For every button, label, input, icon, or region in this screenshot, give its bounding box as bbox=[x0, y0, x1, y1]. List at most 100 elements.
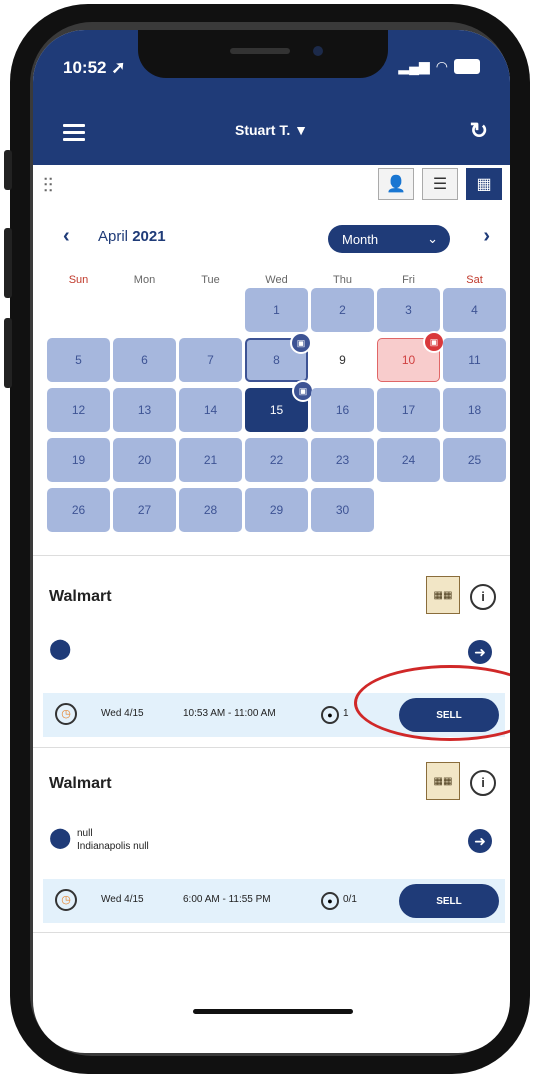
calendar-day[interactable]: 8 ▣ bbox=[245, 332, 312, 382]
day-number: 25 bbox=[467, 453, 482, 467]
weekday-label: Fri bbox=[402, 274, 415, 286]
location-pin-icon: ⬤ bbox=[49, 827, 72, 849]
day-number: 4 bbox=[471, 303, 478, 317]
calendar-day[interactable]: 5 bbox=[47, 338, 110, 382]
calendar-day[interactable]: 22 bbox=[245, 438, 308, 482]
calendar-day[interactable]: 17 bbox=[377, 388, 440, 432]
calendar-day[interactable]: 18 bbox=[443, 388, 506, 432]
calendar-day[interactable]: 24 bbox=[377, 438, 440, 482]
day-number: 13 bbox=[137, 403, 152, 417]
calendar-day[interactable]: 16 bbox=[311, 388, 374, 432]
day-number: 23 bbox=[335, 453, 350, 467]
calendar-day[interactable]: 4 bbox=[443, 288, 506, 332]
worker-count: 0/1 bbox=[343, 894, 357, 905]
day-number: 29 bbox=[269, 503, 284, 517]
day-number: 22 bbox=[269, 453, 284, 467]
worker-icon: ● bbox=[321, 706, 339, 724]
calendar-day[interactable]: 6 bbox=[113, 338, 176, 382]
weekday-label: Sat bbox=[466, 274, 483, 286]
shift-row: ◷ Wed 4/15 6:00 AM - 11:55 PM ● 0/1 SELL bbox=[43, 879, 505, 923]
month-label: April 2021 bbox=[98, 228, 166, 245]
divider bbox=[33, 932, 510, 933]
speaker bbox=[230, 48, 290, 54]
day-number: 7 bbox=[207, 353, 214, 367]
weekday-label: Tue bbox=[201, 274, 220, 286]
refresh-icon[interactable]: ↻ bbox=[470, 118, 488, 144]
calendar-day[interactable]: 11 bbox=[443, 338, 506, 382]
notch bbox=[138, 30, 388, 78]
calendar-day[interactable]: 21 bbox=[179, 438, 242, 482]
day-number: 26 bbox=[71, 503, 86, 517]
calendar-day[interactable]: 25 bbox=[443, 438, 506, 482]
day-number: 28 bbox=[203, 503, 218, 517]
info-icon[interactable]: i bbox=[470, 584, 496, 610]
calendar-day[interactable]: 29 bbox=[245, 488, 308, 532]
shift-time: 6:00 AM - 11:55 PM bbox=[183, 894, 271, 905]
calendar-day[interactable]: 3 bbox=[377, 288, 440, 332]
calendar-day[interactable]: 1 bbox=[245, 288, 308, 332]
next-month-icon[interactable]: › bbox=[483, 225, 490, 248]
calendar-blank bbox=[113, 288, 176, 332]
calendar-day[interactable]: 30 bbox=[311, 488, 374, 532]
status-icons: ▂▄▆ ◠ bbox=[398, 58, 480, 75]
calendar-day[interactable]: 12 bbox=[47, 388, 110, 432]
day-number: 1 bbox=[273, 303, 280, 317]
weekday-label: Wed bbox=[265, 274, 288, 286]
calendar-day[interactable]: 13 bbox=[113, 388, 176, 432]
calendar-day[interactable]: 23 bbox=[311, 438, 374, 482]
sell-button[interactable]: SELL bbox=[399, 884, 499, 918]
divider bbox=[33, 555, 510, 556]
alarm-clock-icon: ◷ bbox=[55, 703, 77, 725]
calendar-day[interactable]: 10 ▣ bbox=[377, 331, 445, 382]
person-view-icon[interactable]: 👤 bbox=[378, 168, 414, 200]
calendar-day[interactable]: 14 bbox=[179, 388, 242, 432]
calendar-day[interactable]: 9 bbox=[311, 338, 374, 382]
day-number: 27 bbox=[137, 503, 152, 517]
shift-date: Wed 4/15 bbox=[101, 708, 144, 719]
user-selector[interactable]: Stuart T. ▼ bbox=[33, 122, 510, 138]
list-view-icon[interactable]: ☰ bbox=[422, 168, 458, 200]
filter-icon[interactable]: ⫶⫶ bbox=[43, 175, 53, 198]
divider bbox=[33, 747, 510, 748]
calendar-day[interactable]: 7 bbox=[179, 338, 242, 382]
day-number: 10 bbox=[401, 353, 416, 367]
camera bbox=[313, 46, 323, 56]
shift-badge-icon: ▣ bbox=[423, 331, 445, 353]
day-number: 8 bbox=[273, 353, 280, 367]
weekday-label: Sun bbox=[68, 274, 89, 286]
calendar-day[interactable]: 28 bbox=[179, 488, 242, 532]
day-number: 11 bbox=[468, 353, 481, 367]
calendar-day[interactable]: 19 bbox=[47, 438, 110, 482]
view-mode-select[interactable]: Month ⌄ bbox=[328, 225, 450, 253]
day-number: 15 bbox=[269, 403, 284, 417]
calendar-blank bbox=[179, 288, 242, 332]
day-number: 12 bbox=[71, 403, 86, 417]
info-icon[interactable]: i bbox=[470, 770, 496, 796]
volume-up-button bbox=[4, 228, 12, 298]
calendar-blank bbox=[47, 288, 110, 332]
directions-icon[interactable]: ➜ bbox=[468, 829, 492, 853]
store-name: Walmart bbox=[49, 775, 112, 792]
store-icon: ▦▦ bbox=[426, 576, 460, 614]
prev-month-icon[interactable]: ‹ bbox=[63, 225, 70, 248]
calendar-day[interactable]: 20 bbox=[113, 438, 176, 482]
location-pin-icon: ⬤ bbox=[49, 638, 72, 660]
day-number: 17 bbox=[401, 403, 416, 417]
day-number: 6 bbox=[141, 353, 148, 367]
worker-icon: ● bbox=[321, 892, 339, 910]
calendar-day[interactable]: 26 bbox=[47, 488, 110, 532]
day-number: 16 bbox=[335, 403, 350, 417]
calendar-view-icon[interactable]: ▦ bbox=[466, 168, 502, 200]
shift-time: 10:53 AM - 11:00 AM bbox=[183, 708, 276, 719]
directions-icon[interactable]: ➜ bbox=[468, 640, 492, 664]
mute-switch bbox=[4, 150, 12, 190]
app-screen: 10:52 ➚ ▂▄▆ ◠ Stuart T. ▼ ↻ ⫶⫶ 👤 ☰ ▦ ‹ A… bbox=[33, 30, 510, 1053]
calendar-day[interactable]: 15 ▣ bbox=[245, 380, 314, 432]
day-number: 21 bbox=[203, 453, 218, 467]
address: null Indianapolis null bbox=[77, 827, 149, 853]
calendar-day[interactable]: 27 bbox=[113, 488, 176, 532]
view-switcher: 👤 ☰ ▦ bbox=[378, 168, 502, 200]
status-time: 10:52 ➚ bbox=[63, 58, 126, 77]
calendar-day[interactable]: 2 bbox=[311, 288, 374, 332]
day-number: 14 bbox=[203, 403, 218, 417]
